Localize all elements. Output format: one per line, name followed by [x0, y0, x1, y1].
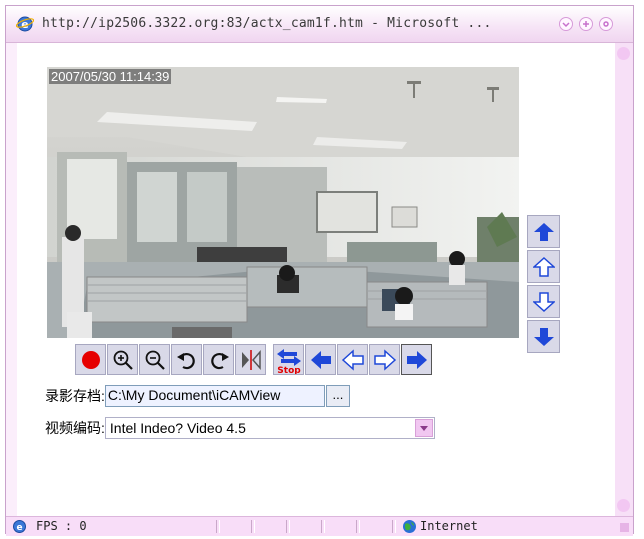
arrow-up-solid-icon	[533, 222, 554, 241]
rotate-right-icon	[210, 352, 229, 369]
camera-toolbar: Stop	[75, 344, 433, 375]
arrow-left-solid-icon	[310, 350, 331, 369]
status-divider	[216, 520, 220, 533]
stop-icon: Stop	[276, 348, 301, 374]
codec-dropdown-button[interactable]	[414, 419, 433, 437]
office-scene-image	[47, 67, 519, 338]
status-divider	[251, 520, 255, 533]
browser-window: e http://ip2506.3322.org:83/actx_cam1f.h…	[5, 5, 634, 536]
zoom-out-button[interactable]	[139, 344, 170, 375]
window-title: http://ip2506.3322.org:83/actx_cam1f.htm…	[42, 16, 492, 31]
tilt-down-button[interactable]	[527, 285, 560, 318]
stop-button[interactable]: Stop	[273, 344, 304, 375]
arrow-down-outline-icon	[532, 291, 555, 312]
minimize-icon	[562, 22, 570, 28]
browse-button[interactable]: ...	[325, 385, 350, 407]
codec-value: Intel Indeo? Video 4.5	[109, 420, 246, 436]
status-divider	[356, 520, 360, 533]
minimize-button[interactable]	[559, 17, 573, 31]
close-icon	[603, 21, 609, 27]
ptz-vertical-controls	[527, 215, 560, 355]
record-icon	[81, 350, 100, 369]
status-divider	[286, 520, 290, 533]
title-bar: e http://ip2506.3322.org:83/actx_cam1f.h…	[6, 6, 633, 43]
resize-grip[interactable]	[620, 523, 629, 532]
status-divider	[321, 520, 325, 533]
arrow-left-outline-icon	[341, 348, 364, 371]
pan-left-fast-button[interactable]	[305, 344, 336, 375]
zoom-out-icon	[145, 350, 165, 370]
record-path-input[interactable]: C:\My Document\iCAMView	[104, 385, 325, 407]
ie-logo-icon: e	[16, 16, 34, 32]
maximize-icon	[583, 21, 589, 27]
tilt-up-button[interactable]	[527, 250, 560, 283]
arrow-down-solid-icon	[533, 327, 554, 346]
stop-label: Stop	[277, 366, 301, 374]
chevron-down-icon	[419, 426, 428, 431]
internet-globe-icon	[403, 520, 416, 533]
pan-left-button[interactable]	[337, 344, 368, 375]
close-button[interactable]	[599, 17, 613, 31]
maximize-button[interactable]	[579, 17, 593, 31]
tilt-up-fast-button[interactable]	[527, 215, 560, 248]
codec-select[interactable]: Intel Indeo? Video 4.5	[104, 417, 435, 439]
rotate-right-button[interactable]	[203, 344, 234, 375]
record-button[interactable]	[75, 344, 106, 375]
page-icon: e	[13, 520, 26, 533]
record-path-label: 录影存档:	[45, 388, 105, 404]
video-timestamp: 2007/05/30 11:14:39	[49, 69, 172, 84]
rotate-left-icon	[176, 352, 195, 369]
codec-label: 视频编码:	[45, 420, 105, 436]
record-path-row: 录影存档: C:\My Document\iCAMView ...	[45, 385, 350, 407]
page-content: 2007/05/30 11:14:39 Stop 录影存档: C:\My Doc…	[17, 43, 615, 516]
zoom-in-icon	[113, 350, 133, 370]
arrow-right-outline-icon	[373, 348, 396, 371]
mirror-button[interactable]	[235, 344, 266, 375]
pan-right-fast-button[interactable]	[401, 344, 432, 375]
scroll-up-button[interactable]	[617, 47, 630, 60]
codec-row: 视频编码: Intel Indeo? Video 4.5	[45, 417, 435, 439]
camera-video: 2007/05/30 11:14:39	[47, 67, 519, 338]
security-zone-label: Internet	[420, 519, 478, 533]
tilt-down-fast-button[interactable]	[527, 320, 560, 353]
mirror-icon	[241, 349, 261, 370]
status-bar: e FPS : 0 Internet	[6, 516, 633, 536]
arrow-right-solid-icon	[406, 350, 427, 369]
vertical-scrollbar[interactable]	[615, 43, 633, 516]
zoom-in-button[interactable]	[107, 344, 138, 375]
scroll-down-button[interactable]	[617, 499, 630, 512]
svg-text:e: e	[16, 523, 22, 533]
arrow-up-outline-icon	[532, 256, 555, 277]
pan-right-button[interactable]	[369, 344, 400, 375]
status-divider	[392, 520, 396, 533]
rotate-left-button[interactable]	[171, 344, 202, 375]
fps-status: FPS : 0	[36, 519, 87, 533]
